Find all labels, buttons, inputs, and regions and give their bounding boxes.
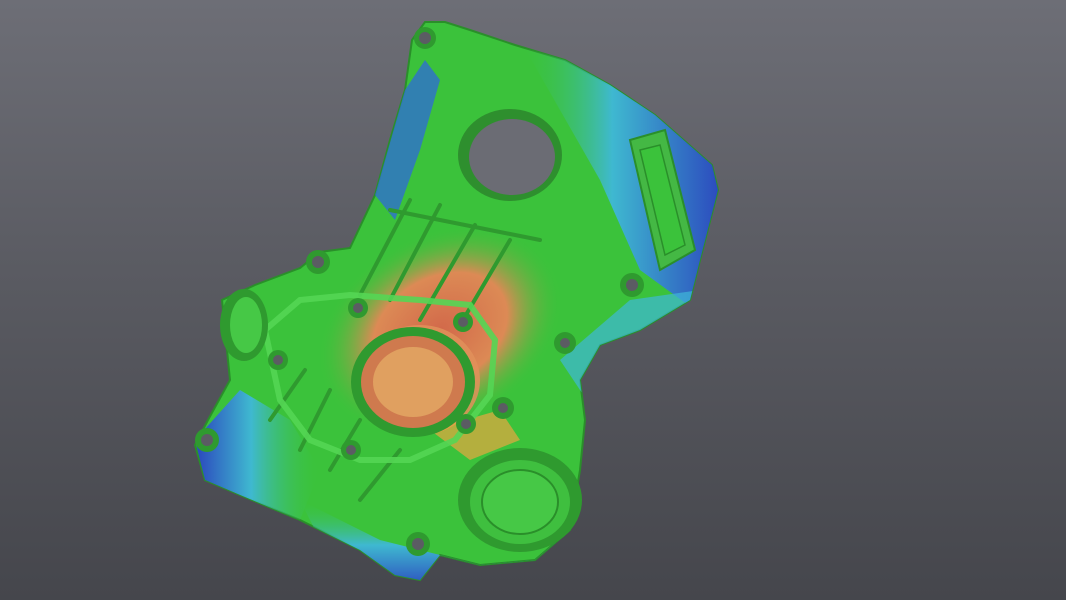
- bolt-hole: [348, 298, 368, 318]
- bolt-hole: [268, 350, 288, 370]
- lower-boss: [458, 448, 582, 552]
- timing-cover-model[interactable]: [0, 0, 1066, 600]
- bolt-hole: [195, 428, 219, 452]
- bolt-hole: [341, 440, 361, 460]
- bolt-hole: [306, 250, 330, 274]
- left-inlet: [220, 289, 268, 361]
- bolt-hole: [554, 332, 576, 354]
- 3d-viewport[interactable]: [0, 0, 1066, 600]
- bolt-hole: [456, 414, 476, 434]
- upper-port: [458, 109, 562, 201]
- bolt-hole: [453, 312, 473, 332]
- crank-seal-bore: [351, 327, 475, 437]
- bolt-hole: [492, 397, 514, 419]
- bolt-hole: [620, 273, 644, 297]
- bolt-hole: [406, 532, 430, 556]
- bolt-hole: [414, 27, 436, 49]
